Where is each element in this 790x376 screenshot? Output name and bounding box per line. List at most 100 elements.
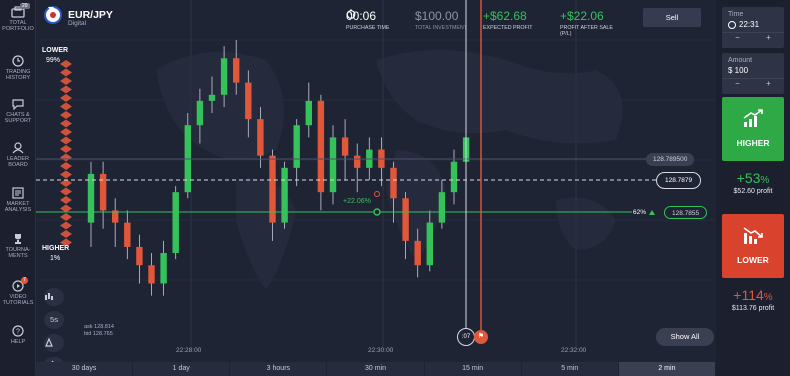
show-all-button[interactable]: Show All <box>656 328 714 346</box>
time-axis-label: 22:32:00 <box>561 347 587 354</box>
sidebar-item-market-analysis[interactable]: MARKET ANALYSIS <box>0 187 36 213</box>
candle <box>196 100 204 126</box>
candles-icon <box>45 293 53 300</box>
probability-arrow <box>60 196 72 204</box>
trend-down-icon <box>743 227 763 244</box>
time-minus-button[interactable]: − <box>722 33 753 43</box>
candle <box>281 167 288 223</box>
help-icon: ? <box>12 325 24 337</box>
sidebar-item-chats[interactable]: CHATS & SUPPORT <box>0 98 36 124</box>
sidebar-item-label: LEADER BOARD <box>6 156 29 168</box>
period-30-days[interactable]: 30 days <box>36 362 134 376</box>
candle <box>390 167 397 199</box>
bid-value: bid 128.765 <box>84 331 113 337</box>
candle <box>160 253 167 284</box>
lower-profit: $113.76 profit <box>731 305 775 312</box>
price-tag-high: 128.789500 <box>646 153 695 166</box>
pen-tool-icon <box>45 338 53 347</box>
drawing-tools-button[interactable] <box>44 334 64 352</box>
period-3-hours[interactable]: 3 hours <box>230 362 328 376</box>
time-label: Time <box>728 11 744 18</box>
portfolio-badge: 29 <box>20 3 30 9</box>
candle <box>317 100 325 193</box>
sidebar-item-label: MARKET ANALYSIS <box>4 201 32 213</box>
expected-profit-stat: +$62.68 EXPECTED PROFIT <box>483 9 532 31</box>
higher-button[interactable]: HIGHER <box>722 97 784 161</box>
amount-input[interactable]: $ 100 <box>722 64 784 75</box>
candle <box>329 137 337 193</box>
sidebar-item-video[interactable]: 7 VIDEO TUTORIALS <box>0 277 36 306</box>
candle <box>87 173 95 223</box>
candle <box>124 222 131 247</box>
probability-arrow <box>60 162 72 170</box>
candle <box>450 161 458 193</box>
sidebar-item-label: VIDEO TUTORIALS <box>2 294 34 306</box>
ask-bid-info: ask 128.814 bid 128.765 <box>84 324 114 338</box>
sidebar-item-history[interactable]: TRADING HISTORY <box>0 55 36 81</box>
candlestick-chart <box>36 0 716 347</box>
strike-percent: 62% <box>633 209 647 216</box>
video-badge: 7 <box>21 277 28 284</box>
period-30-min[interactable]: 30 min <box>327 362 425 376</box>
period-2-min[interactable]: 2 min <box>618 362 716 376</box>
probability-higher-label: HIGHER <box>42 245 70 252</box>
trophy-icon <box>15 234 21 244</box>
svg-text:?: ? <box>16 329 20 336</box>
chart-type-button[interactable] <box>44 288 64 306</box>
sidebar-item-label: TRADING HISTORY <box>5 69 31 81</box>
probability-arrow <box>60 136 72 145</box>
lower-button[interactable]: LOWER <box>722 214 784 278</box>
finish-flag-icon: ⚑ <box>474 330 488 344</box>
candle <box>245 82 252 120</box>
position-marker <box>373 208 381 216</box>
grid-lines <box>36 0 716 347</box>
amount-minus-button[interactable]: − <box>722 79 753 89</box>
time-value[interactable]: 22:31 <box>739 20 759 29</box>
total-investment-stat: $100.00 TOTAL INVESTMENT <box>415 9 467 31</box>
asset-type: Digital <box>68 20 87 27</box>
higher-pct-sign: % <box>760 175 770 186</box>
expected-profit-label: EXPECTED PROFIT <box>483 25 533 31</box>
sidebar-item-label: HELP <box>10 339 26 345</box>
sidebar-item-label: CHATS & SUPPORT <box>4 112 32 124</box>
expected-profit-value: +$62.68 <box>483 9 527 23</box>
amount-label: Amount <box>728 57 753 64</box>
history-icon <box>12 55 24 67</box>
sell-button[interactable]: Sell <box>643 8 701 27</box>
probability-arrow <box>60 221 72 230</box>
amount-plus-button[interactable]: + <box>753 79 784 89</box>
probability-arrow <box>60 77 72 85</box>
candle <box>305 100 312 126</box>
probability-arrow <box>60 119 72 128</box>
time-axis-label: 22:28:00 <box>176 347 202 354</box>
left-sidebar: 29 TOTAL PORTFOLIO TRADING HISTORY CHATS… <box>0 0 36 376</box>
period-5-min[interactable]: 5 min <box>522 362 619 376</box>
up-triangle-icon <box>649 210 655 215</box>
candle <box>233 58 240 83</box>
period-1-day[interactable]: 1 day <box>133 362 231 376</box>
probability-arrow <box>60 94 72 102</box>
interval-button[interactable]: 5s <box>44 311 64 329</box>
chat-icon <box>12 99 24 110</box>
sidebar-item-help[interactable]: ? HELP <box>0 325 36 345</box>
candle <box>438 192 446 223</box>
lower-pct-sign: % <box>763 292 773 303</box>
probability-arrow <box>60 102 72 111</box>
time-plus-button[interactable]: + <box>753 33 784 43</box>
right-panel: Time 22:31 − + Amount $ 100 − + HIGHER +… <box>716 0 790 376</box>
period-15-min[interactable]: 15 min <box>425 362 522 376</box>
candle <box>269 155 276 223</box>
probability-lower-label: LOWER <box>42 47 69 54</box>
candle <box>220 58 228 95</box>
sidebar-item-leaderboard[interactable]: LEADER BOARD <box>0 142 36 168</box>
probability-arrow <box>60 111 72 119</box>
purchase-time-stat: 00:06 PURCHASE TIME <box>346 9 389 31</box>
sidebar-item-tournaments[interactable]: TOURNA-MENTS <box>0 233 36 259</box>
candle <box>172 192 179 254</box>
candle <box>136 246 143 266</box>
candle <box>208 94 216 101</box>
probability-arrow <box>60 230 72 238</box>
chart-area[interactable]: EUR/JPY Digital 00:06 PURCHASE TIME $100… <box>36 0 716 362</box>
sidebar-item-portfolio[interactable]: 29 TOTAL PORTFOLIO <box>0 3 36 32</box>
stopwatch-icon <box>346 9 356 19</box>
